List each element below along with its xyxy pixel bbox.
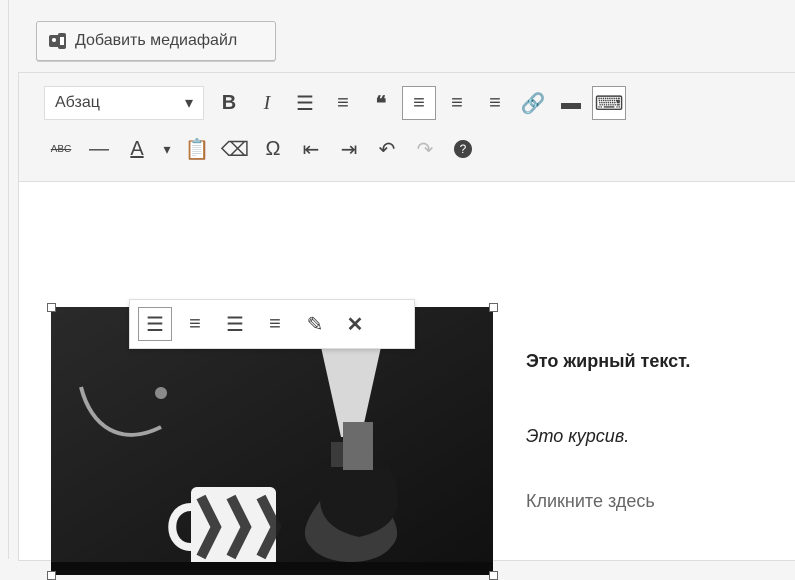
image-align-none-button[interactable]: ≡ [258,307,292,341]
text-color-dropdown[interactable]: ▾ [158,132,176,166]
more-button[interactable]: ▬ [554,86,588,120]
align-left-icon: ☰ [146,313,164,336]
italic-button[interactable]: I [250,86,284,120]
resize-handle-tr[interactable] [489,303,498,312]
link-button[interactable]: 🔗 [516,86,550,120]
align-center-button[interactable]: ≡ [440,86,474,120]
image-remove-button[interactable]: ✕ [338,307,372,341]
clipboard-icon: 📋 [184,138,210,161]
italic-icon: I [263,91,271,114]
link-text[interactable]: Кликните здесь [526,491,655,512]
more-icon: ▬ [561,91,581,114]
outdent-icon: ⇤ [302,138,320,161]
image-align-right-button[interactable]: ☰ [218,307,252,341]
bold-text: Это жирный текст. [526,351,691,371]
outdent-button[interactable]: ⇤ [294,132,328,166]
redo-icon: ↷ [416,138,434,161]
toolbar-toggle-button[interactable]: ⌨ [592,86,626,120]
resize-handle-br[interactable] [489,571,498,580]
bold-button[interactable]: B [212,86,246,120]
eraser-icon: ⌫ [220,138,250,161]
resize-handle-bl[interactable] [47,571,56,580]
align-right-icon: ☰ [226,313,244,336]
help-icon: ? [454,140,472,158]
resize-handle-tl[interactable] [47,303,56,312]
align-right-icon: ≡ [489,91,501,114]
format-select[interactable]: Абзац ▾ [44,86,204,120]
editor-content[interactable]: ☰ ≡ ☰ ≡ ✎ ✕ Это жирный текст. Это курсив… [19,182,795,580]
keyboard-icon: ⌨ [594,92,624,115]
align-none-icon: ≡ [269,312,281,335]
image-align-center-button[interactable]: ≡ [178,307,212,341]
close-icon: ✕ [346,313,364,336]
media-icon [49,33,66,49]
align-right-button[interactable]: ≡ [478,86,512,120]
add-media-label: Добавить медиафайл [75,32,238,49]
toolbar: Абзац ▾ B I ☰ ≡ ❝ ≡ ≡ ≡ 🔗 ▬ ⌨ ABC — A ▾ [19,73,795,182]
text-color-icon: A [130,137,144,160]
link-icon: 🔗 [520,92,546,115]
numbered-list-button[interactable]: ≡ [326,86,360,120]
editor: Абзац ▾ B I ☰ ≡ ❝ ≡ ≡ ≡ 🔗 ▬ ⌨ ABC — A ▾ [18,72,795,580]
editor-frame: Добавить медиафайл Абзац ▾ B I ☰ ≡ ❝ ≡ ≡… [8,0,795,580]
image-toolbar: ☰ ≡ ☰ ≡ ✎ ✕ [129,299,415,349]
omega-icon: Ω [265,137,281,160]
clear-formatting-button[interactable]: ⌫ [218,132,252,166]
toolbar-row-2: ABC — A ▾ 📋 ⌫ Ω ⇤ ⇥ ↶ ↷ ? [44,131,484,167]
align-center-icon: ≡ [451,91,463,114]
indent-button[interactable]: ⇥ [332,132,366,166]
toolbar-row-1: Абзац ▾ B I ☰ ≡ ❝ ≡ ≡ ≡ 🔗 ▬ ⌨ [44,85,630,121]
strikethrough-button[interactable]: ABC [44,132,78,166]
numbered-list-icon: ≡ [337,91,349,114]
bullet-list-button[interactable]: ☰ [288,86,322,120]
paste-as-text-button[interactable]: 📋 [180,132,214,166]
chevron-down-icon: ▾ [163,140,171,157]
italic-text: Это курсив. [526,426,630,446]
special-character-button[interactable]: Ω [256,132,290,166]
format-select-value: Абзац [55,94,100,111]
bullet-list-icon: ☰ [296,92,314,115]
pencil-icon: ✎ [306,313,324,336]
blockquote-button[interactable]: ❝ [364,86,398,120]
undo-button[interactable]: ↶ [370,132,404,166]
chevron-down-icon: ▾ [184,95,193,112]
align-center-icon: ≡ [189,312,201,335]
text-color-button[interactable]: A [120,132,154,166]
align-left-icon: ≡ [413,91,425,114]
blockquote-icon: ❝ [375,92,387,115]
help-button[interactable]: ? [446,132,480,166]
image-align-left-button[interactable]: ☰ [138,307,172,341]
horizontal-line-button[interactable]: — [82,132,116,166]
redo-button[interactable]: ↷ [408,132,442,166]
strikethrough-icon: ABC [50,143,72,155]
horizontal-line-icon: — [89,137,109,160]
image-edit-button[interactable]: ✎ [298,307,332,341]
undo-icon: ↶ [378,138,396,161]
indent-icon: ⇥ [340,138,358,161]
align-left-button[interactable]: ≡ [402,86,436,120]
add-media-button[interactable]: Добавить медиафайл [36,21,276,61]
bold-icon: B [221,91,237,114]
